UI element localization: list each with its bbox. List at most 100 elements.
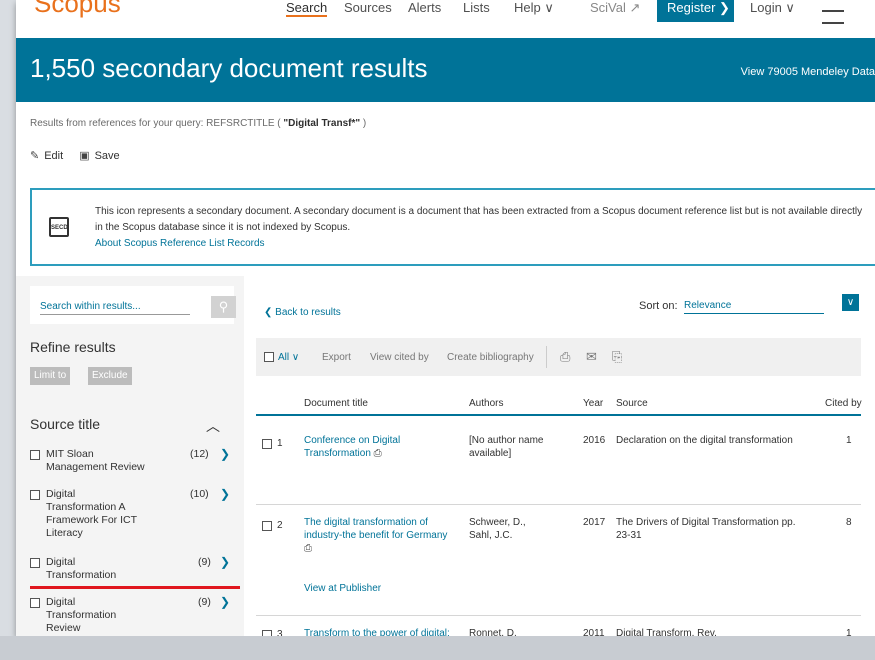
document-title-link[interactable]: Transform to the power of digital: bbox=[304, 627, 464, 636]
sort-label: Sort on: bbox=[639, 300, 678, 312]
title-text: The digital transformation of industry-t… bbox=[304, 517, 448, 541]
facet-item[interactable]: Digital Transformation Review (9) ❯ bbox=[30, 596, 240, 636]
facet-item[interactable]: Digital Transformation (9) ❯ bbox=[30, 555, 240, 584]
secondary-document-icon: ⎙ bbox=[373, 448, 382, 459]
nav-help[interactable]: Help ∨ bbox=[514, 0, 554, 16]
results-panel: ❮ Back to results Sort on: Relevance ∨ A… bbox=[244, 276, 875, 636]
chevron-right-icon[interactable]: ❯ bbox=[220, 596, 230, 609]
facet-label: Digital Transformation bbox=[46, 556, 117, 581]
facet-checkbox[interactable] bbox=[30, 490, 40, 500]
column-source[interactable]: Source bbox=[616, 398, 648, 409]
year-text: 2017 bbox=[583, 517, 606, 528]
document-title-link[interactable]: Conference on Digital Transformation ⎙ bbox=[304, 434, 454, 460]
chevron-up-icon[interactable]: ︿ bbox=[206, 416, 220, 436]
column-year[interactable]: Year bbox=[583, 398, 603, 409]
cited-count[interactable]: 8 bbox=[846, 516, 852, 529]
facet-checkbox[interactable] bbox=[30, 450, 40, 460]
facet-checkbox[interactable] bbox=[30, 598, 40, 608]
query-suffix: ) bbox=[360, 118, 367, 129]
secondary-document-icon: SECD bbox=[49, 217, 69, 237]
about-reference-records-link[interactable]: About Scopus Reference List Records bbox=[95, 238, 265, 249]
facet-label: Digital Transformation A Framework For I… bbox=[46, 488, 137, 539]
page-title: 1,550 secondary document results bbox=[30, 53, 428, 83]
secondary-document-icon: ⎙ bbox=[304, 543, 312, 554]
query-actions: ✎ Edit ▣ Save bbox=[30, 149, 120, 162]
info-text: This icon represents a secondary documen… bbox=[95, 204, 865, 252]
sort-select[interactable]: Relevance bbox=[684, 300, 824, 314]
select-all-checkbox[interactable] bbox=[264, 352, 274, 362]
pencil-icon: ✎ bbox=[30, 150, 40, 162]
nav-alerts[interactable]: Alerts bbox=[408, 0, 441, 15]
email-icon[interactable]: ✉ bbox=[586, 349, 597, 365]
back-label: Back to results bbox=[275, 307, 341, 318]
view-cited-by-button[interactable]: View cited by bbox=[370, 352, 429, 363]
chevron-right-icon[interactable]: ❯ bbox=[220, 555, 230, 569]
back-to-results-link[interactable]: ❮ Back to results bbox=[264, 307, 341, 318]
search-within-input[interactable]: Search within results... bbox=[40, 301, 190, 315]
header-divider bbox=[256, 414, 861, 416]
facet-label: MIT Sloan Management Review bbox=[46, 448, 145, 473]
top-navigation: Scopus Search Sources Alerts Lists Help … bbox=[16, 0, 875, 38]
menu-icon[interactable] bbox=[822, 10, 844, 24]
search-within-results: Search within results... ⚲ bbox=[30, 286, 236, 324]
facet-item[interactable]: MIT Sloan Management Review (12) ❯ bbox=[30, 447, 240, 478]
source-text: The Drivers of Digital Transformation pp… bbox=[616, 517, 796, 541]
print-icon[interactable]: ⎙ bbox=[560, 349, 570, 365]
source-title-heading[interactable]: Source title bbox=[30, 416, 100, 432]
authors-text: Ronnet, D. bbox=[469, 628, 517, 636]
cited-count[interactable]: 1 bbox=[846, 627, 852, 636]
facet-label: Digital Transformation Review bbox=[46, 596, 117, 634]
source-text: Digital Transform. Rev. bbox=[616, 628, 717, 636]
save-button[interactable]: ▣ Save bbox=[79, 149, 119, 162]
save-label: Save bbox=[94, 150, 120, 162]
column-cited-by[interactable]: Cited by bbox=[825, 398, 862, 409]
refine-title: Refine results bbox=[30, 339, 116, 355]
facet-count: (12) bbox=[190, 448, 209, 460]
row-divider bbox=[256, 615, 861, 616]
window-bottom-edge bbox=[0, 636, 875, 660]
column-document-title[interactable]: Document title bbox=[304, 398, 368, 409]
select-all-dropdown[interactable]: All ∨ bbox=[278, 352, 299, 363]
chevron-right-icon[interactable]: ❯ bbox=[220, 487, 230, 501]
edit-button[interactable]: ✎ Edit bbox=[30, 149, 63, 162]
column-authors[interactable]: Authors bbox=[469, 398, 503, 409]
cited-count[interactable]: 1 bbox=[846, 434, 852, 447]
document-title-link[interactable]: The digital transformation of industry-t… bbox=[304, 516, 464, 555]
row-number: 3 bbox=[277, 629, 283, 636]
search-icon[interactable]: ⚲ bbox=[211, 296, 236, 318]
export-button[interactable]: Export bbox=[322, 352, 351, 363]
limit-to-button[interactable]: Limit to bbox=[30, 367, 71, 385]
refine-sidebar: Search within results... ⚲ Refine result… bbox=[16, 276, 244, 636]
facet-checkbox[interactable] bbox=[30, 558, 40, 568]
register-button[interactable]: Register ❯ bbox=[657, 0, 734, 22]
results-toolbar: All ∨ Export View cited by Create biblio… bbox=[256, 338, 861, 376]
scopus-logo[interactable]: Scopus bbox=[34, 0, 121, 19]
create-bibliography-button[interactable]: Create bibliography bbox=[447, 352, 534, 363]
nav-lists[interactable]: Lists bbox=[463, 0, 490, 15]
query-term: "Digital Transf*" bbox=[283, 118, 361, 129]
chevron-down-icon[interactable]: ∨ bbox=[842, 294, 859, 311]
facet-item[interactable]: Digital Transformation A Framework For I… bbox=[30, 487, 240, 544]
login-menu[interactable]: Login ∨ bbox=[750, 0, 795, 16]
year-text: 2016 bbox=[583, 435, 606, 446]
facet-count: (10) bbox=[190, 488, 209, 500]
query-text: Results from references for your query: … bbox=[30, 118, 366, 129]
toolbar-divider bbox=[546, 346, 547, 368]
chevron-right-icon[interactable]: ❯ bbox=[220, 447, 230, 461]
row-checkbox[interactable] bbox=[262, 439, 272, 449]
nav-sources[interactable]: Sources bbox=[344, 0, 392, 15]
row-number: 2 bbox=[277, 520, 283, 531]
row-checkbox[interactable] bbox=[262, 521, 272, 531]
results-banner: 1,550 secondary document results View 79… bbox=[16, 38, 875, 102]
save-list-icon[interactable]: ⎘ bbox=[612, 349, 622, 365]
source-text: Declaration on the digital transformatio… bbox=[616, 435, 793, 446]
save-icon: ▣ bbox=[79, 150, 90, 162]
info-description: This icon represents a secondary documen… bbox=[95, 206, 863, 233]
secondary-document-info: SECD This icon represents a secondary do… bbox=[30, 188, 875, 266]
nav-search[interactable]: Search bbox=[286, 0, 328, 17]
browser-page: Scopus Search Sources Alerts Lists Help … bbox=[16, 0, 875, 636]
exclude-button[interactable]: Exclude bbox=[88, 367, 132, 385]
view-at-publisher-link[interactable]: View at Publisher bbox=[304, 582, 381, 595]
nav-scival[interactable]: SciVal ↗ bbox=[590, 0, 640, 16]
mendeley-data-link[interactable]: View 79005 Mendeley Data bbox=[741, 66, 875, 78]
